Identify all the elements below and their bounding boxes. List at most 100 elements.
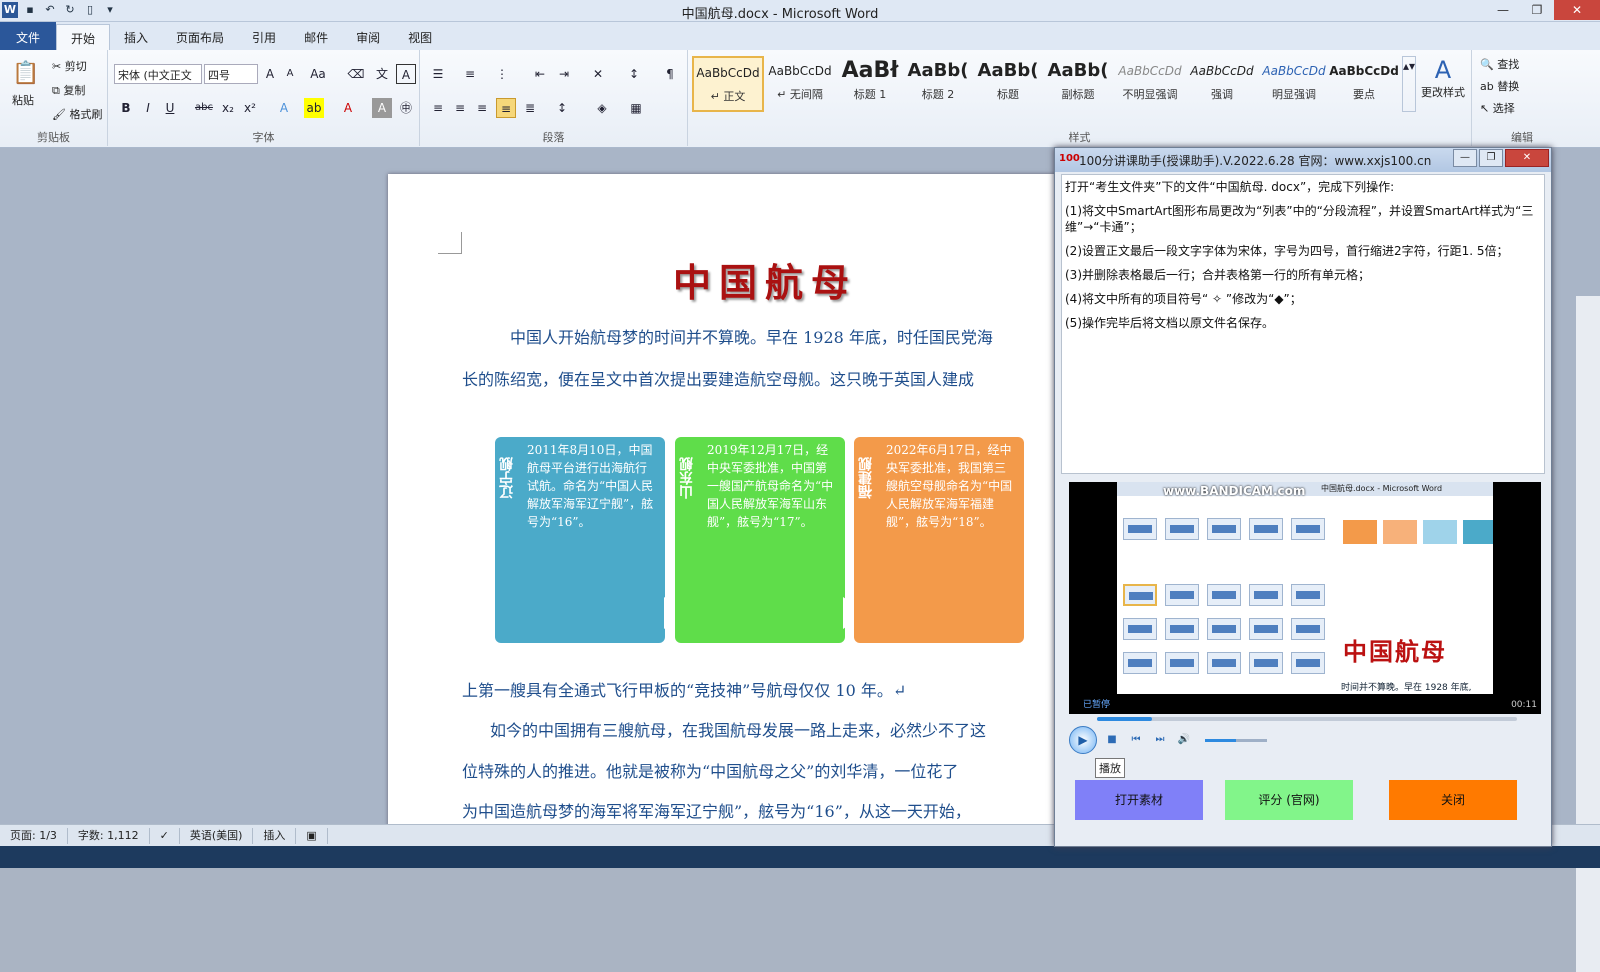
style-intense-emphasis[interactable]: AaBbCcDd 明显强调 — [1258, 56, 1330, 112]
vertical-scrollbar[interactable] — [1576, 296, 1600, 972]
chinese-layout-icon[interactable]: ✕ — [588, 64, 608, 84]
style-normal[interactable]: AaBbCcDd ↵ 正文 — [692, 56, 764, 112]
style-title[interactable]: AaBb(标题 — [972, 56, 1044, 112]
tab-view[interactable]: 视图 — [394, 24, 446, 50]
enclose-characters-icon[interactable]: ㊥ — [396, 98, 416, 118]
shrink-font-icon[interactable]: A — [280, 64, 300, 84]
style-heading-1[interactable]: AaBł 标题 1 — [834, 56, 906, 112]
format-painter-button[interactable]: 🖌 格式刷 — [52, 106, 102, 122]
tab-page-layout[interactable]: 页面布局 — [162, 24, 238, 50]
style-sample: AaBbCcDd — [1118, 64, 1182, 78]
bullets-icon[interactable]: ☰ — [428, 64, 448, 84]
italic-icon[interactable]: I — [138, 98, 158, 118]
decrease-indent-icon[interactable]: ⇤ — [530, 64, 550, 84]
paste-icon[interactable]: 📋 — [12, 58, 40, 90]
line-spacing-icon[interactable]: ↕ — [552, 98, 572, 118]
borders-icon[interactable]: ▦ — [626, 98, 646, 118]
tab-review[interactable]: 审阅 — [342, 24, 394, 50]
bold-icon[interactable]: B — [116, 98, 136, 118]
clear-format-icon[interactable]: ⌫ — [346, 64, 366, 84]
smartart-shape-shandong[interactable]: 山东舰 2019年12月17日，经中央军委批准，中国第一艘国产航母命名为“中国人… — [675, 437, 845, 643]
align-right-icon[interactable]: ≡ — [472, 98, 492, 118]
restore-button[interactable]: ❐ — [1520, 0, 1554, 20]
style-emphasis[interactable]: AaBbCcDd 强调 — [1186, 56, 1258, 112]
score-button[interactable]: 评分 (官网) — [1225, 780, 1353, 820]
font-name-select[interactable]: 宋体 (中文正文 — [114, 64, 202, 84]
helper-maximize-button[interactable]: ❐ — [1479, 149, 1503, 167]
styles-scroll-icon[interactable]: ▴▾ — [1402, 56, 1416, 112]
volume-slider[interactable] — [1205, 738, 1267, 742]
character-border-icon[interactable]: A — [396, 64, 416, 84]
strikethrough-icon[interactable]: abc — [194, 98, 214, 118]
play-button[interactable]: ▶ — [1069, 726, 1097, 754]
smartart-shape-liaoning[interactable]: 辽宁舰 2011年8月10日，中国航母平台进行出海航行试航。命名为“中国人民解放… — [495, 437, 665, 643]
helper-minimize-button[interactable]: — — [1453, 149, 1477, 167]
underline-icon[interactable]: U — [160, 98, 180, 118]
video-player[interactable]: 中国航母.docx - Microsoft Word 中国航母 时间并不算晚。早… — [1069, 482, 1541, 714]
shading-icon[interactable]: ◈ — [592, 98, 612, 118]
tab-references[interactable]: 引用 — [238, 24, 290, 50]
minimize-button[interactable]: — — [1486, 0, 1520, 20]
style-subtitle[interactable]: AaBb(副标题 — [1042, 56, 1114, 112]
helper-close-action-button[interactable]: 关闭 — [1389, 780, 1517, 820]
word-count[interactable]: 字数: 1,112 — [68, 827, 150, 844]
font-color-icon[interactable]: A — [338, 98, 358, 118]
grow-font-icon[interactable]: A — [260, 64, 280, 84]
paragraph-1-line-2[interactable]: 长的陈绍宽，便在呈文中首次提出要建造航空母舰。这只晚于英国人建成 — [462, 366, 974, 390]
phonetic-guide-icon[interactable]: 文 — [372, 64, 392, 84]
tab-mailings[interactable]: 邮件 — [290, 24, 342, 50]
style-heading-2[interactable]: AaBb(标题 2 — [902, 56, 974, 112]
select-button[interactable]: ↖ 选择 — [1480, 100, 1515, 116]
volume-icon[interactable]: 🔊 — [1175, 731, 1193, 749]
paragraph-2[interactable]: 上第一艘具有全通式飞行甲板的“竞技神”号航母仅仅 10 年。↵ — [462, 677, 906, 701]
macro-record-icon[interactable]: ▣ — [296, 827, 328, 844]
align-left-icon[interactable]: ≡ — [428, 98, 448, 118]
video-seek-bar[interactable] — [1097, 717, 1517, 721]
document-page[interactable]: 中国航母 中国人开始航母梦的时间并不算晚。早在 1928 年底，时任国民党海 长… — [388, 174, 1108, 834]
text-effects-icon[interactable]: A — [274, 98, 294, 118]
change-case-icon[interactable]: Aa — [308, 64, 328, 84]
cut-button[interactable]: ✂ 剪切 — [52, 58, 87, 74]
paste-button[interactable]: 粘贴 — [12, 92, 34, 108]
helper-close-button[interactable]: ✕ — [1505, 149, 1549, 167]
proofing-icon[interactable]: ✓ — [150, 827, 180, 844]
sort-icon[interactable]: ↕ — [624, 64, 644, 84]
paragraph-3-line-3[interactable]: 为中国造航母梦的海军将军海军辽宁舰”，舷号为“16”，从这一天开始， — [462, 798, 971, 822]
subscript-icon[interactable]: x₂ — [218, 98, 238, 118]
increase-indent-icon[interactable]: ⇥ — [554, 64, 574, 84]
font-size-select[interactable]: 四号 — [204, 64, 258, 84]
close-button[interactable]: ✕ — [1554, 0, 1600, 20]
distributed-icon[interactable]: ≣ — [520, 98, 540, 118]
paragraph-1-line-1[interactable]: 中国人开始航母梦的时间并不算晚。早在 1928 年底，时任国民党海 — [510, 324, 993, 348]
previous-icon[interactable]: ⏮ — [1127, 731, 1145, 749]
page-count[interactable]: 页面: 1/3 — [0, 827, 68, 844]
style-strong[interactable]: AaBbCcDd 要点 — [1328, 56, 1400, 112]
highlight-icon[interactable]: ab — [304, 98, 324, 118]
stop-icon[interactable]: ■ — [1103, 731, 1121, 749]
change-styles-button[interactable]: A 更改样式 — [1418, 56, 1468, 100]
character-shading-icon[interactable]: A — [372, 98, 392, 118]
open-material-button[interactable]: 打开素材 — [1075, 780, 1203, 820]
paragraph-3-line-2[interactable]: 位特殊的人的推进。他就是被称为“中国航母之父”的刘华清，一位花了 — [462, 758, 958, 782]
tab-file[interactable]: 文件 — [0, 22, 56, 50]
task-instructions[interactable]: 打开“考生文件夹”下的文件“中国航母. docx”，完成下列操作: (1)将文中… — [1061, 174, 1545, 474]
smartart-shape-fujian[interactable]: 福建舰 2022年6月17日，经中央军委批准，我国第三艘航空母舰命名为“中国人民… — [854, 437, 1024, 643]
replace-button[interactable]: ab 替换 — [1480, 78, 1519, 94]
language[interactable]: 英语(美国) — [180, 827, 254, 844]
next-icon[interactable]: ⏭ — [1151, 731, 1169, 749]
align-center-icon[interactable]: ≡ — [450, 98, 470, 118]
multilevel-list-icon[interactable]: ⋮ — [492, 64, 512, 84]
tab-home[interactable]: 开始 — [56, 24, 111, 50]
insert-mode[interactable]: 插入 — [253, 827, 297, 844]
numbering-icon[interactable]: ≡ — [460, 64, 480, 84]
style-subtle-emphasis[interactable]: AaBbCcDd 不明显强调 — [1114, 56, 1186, 112]
style-no-spacing[interactable]: AaBbCcDd ↵ 无间隔 — [764, 56, 836, 112]
find-button[interactable]: 🔍 查找 — [1480, 56, 1519, 72]
copy-button[interactable]: ⧉ 复制 — [52, 82, 85, 98]
tab-insert[interactable]: 插入 — [110, 24, 162, 50]
document-title[interactable]: 中国航母 — [673, 252, 857, 307]
superscript-icon[interactable]: x² — [240, 98, 260, 118]
show-marks-icon[interactable]: ¶ — [660, 64, 680, 84]
justify-icon[interactable]: ≡ — [496, 98, 516, 118]
paragraph-3-line-1[interactable]: 如今的中国拥有三艘航母，在我国航母发展一路上走来，必然少不了这 — [490, 717, 986, 741]
